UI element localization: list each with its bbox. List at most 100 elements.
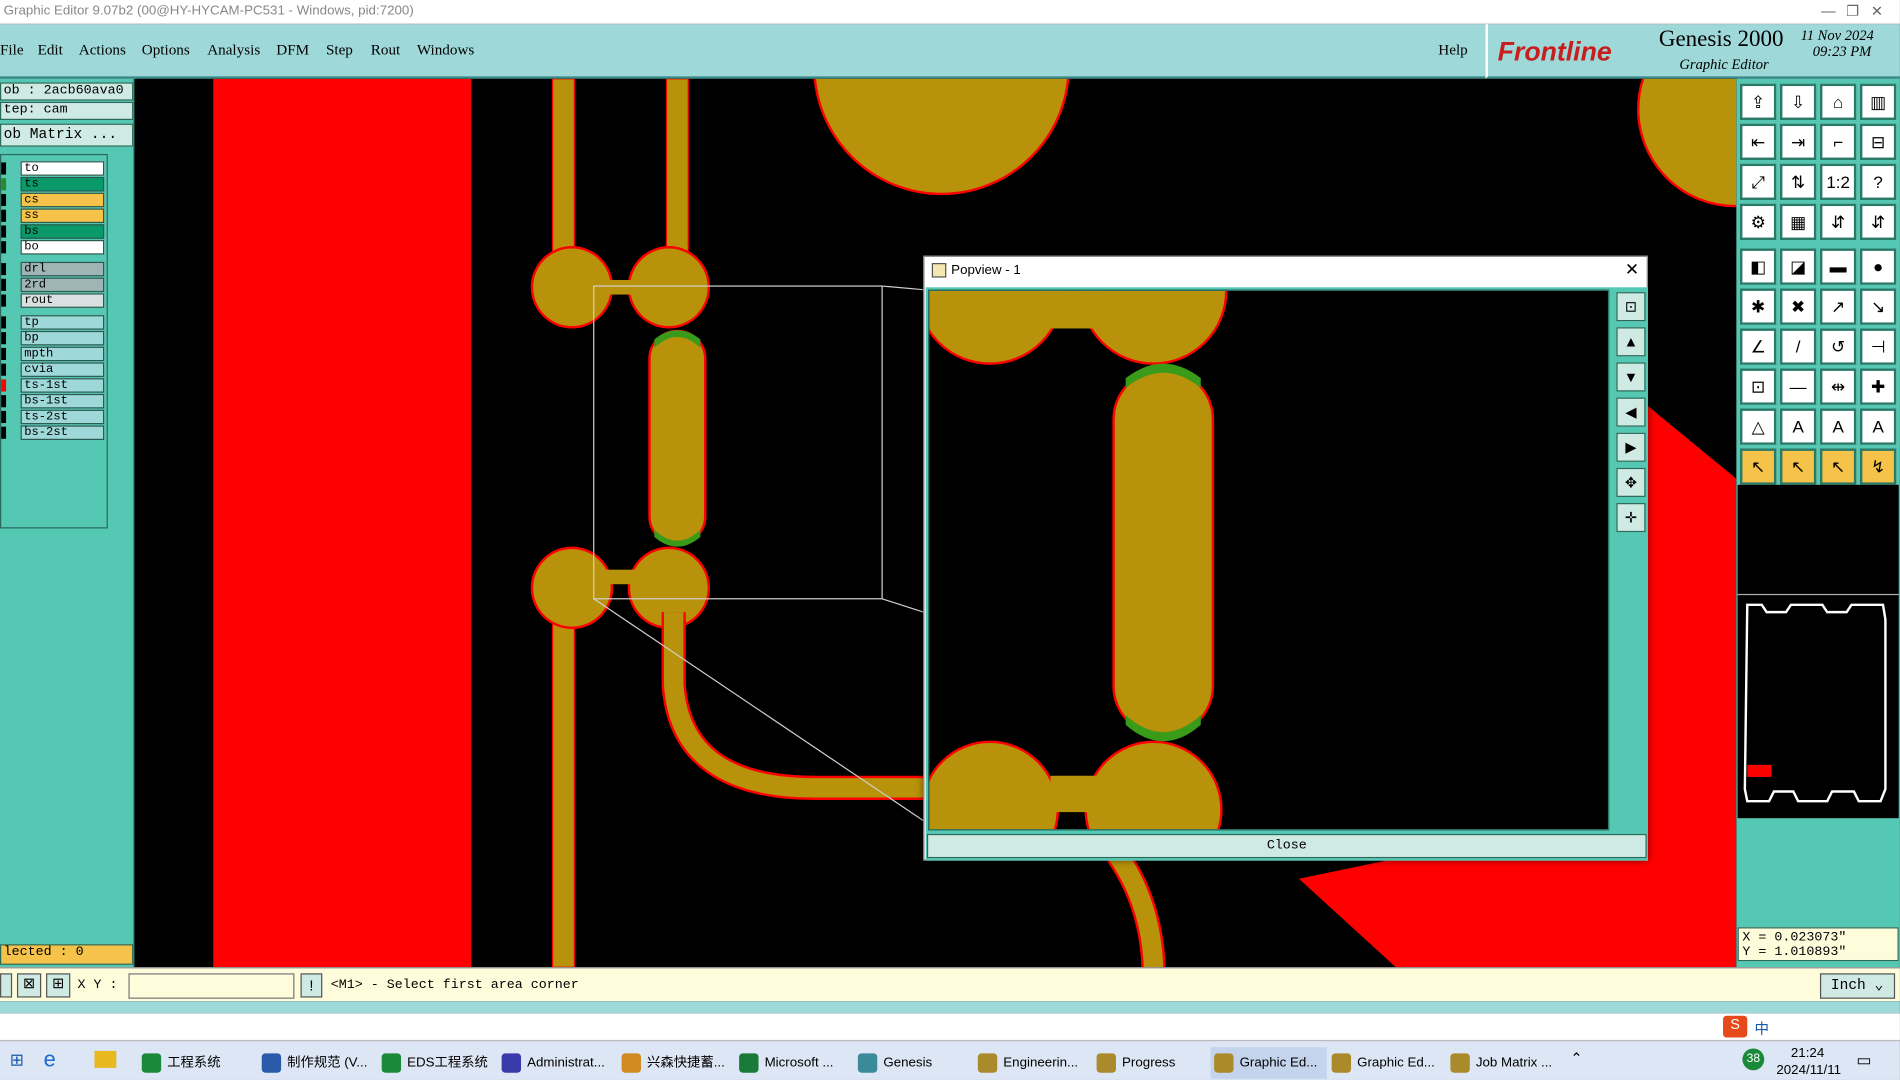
tool-button-icon[interactable]: ⇹ (1819, 368, 1857, 405)
tool-button-icon[interactable]: ⇥ (1779, 123, 1817, 160)
layer-item[interactable]: bs (20, 224, 105, 239)
tool-button-icon[interactable]: ▥ (1859, 83, 1897, 120)
layer-item[interactable]: ts-2st (20, 409, 105, 425)
tool-button-icon[interactable]: ⤢ (1740, 163, 1777, 200)
tool-button-icon[interactable]: ↺ (1819, 328, 1857, 365)
tool-button-icon[interactable]: ↖ (1779, 448, 1817, 485)
popview-center-icon[interactable]: ✛ (1616, 503, 1646, 533)
menu-step[interactable]: Step (326, 41, 353, 59)
tool-button-icon[interactable]: ↖ (1819, 448, 1857, 485)
xy-input[interactable] (128, 973, 295, 999)
ie-icon[interactable]: e (44, 1047, 56, 1072)
tool-button-icon[interactable]: ⊣ (1859, 328, 1897, 365)
layer-checkbox[interactable] (1, 332, 7, 345)
layer-checkbox[interactable] (1, 209, 7, 222)
layer-checkbox[interactable] (1, 363, 7, 376)
ime-mode[interactable]: 中 (1755, 1018, 1770, 1039)
tray-chevron-icon[interactable]: ⌃ (1570, 1050, 1582, 1067)
tool-button-icon[interactable]: ⇵ (1859, 203, 1897, 240)
taskbar-item[interactable]: Engineerin... (974, 1047, 1090, 1079)
notification-icon[interactable]: ▭ (1856, 1051, 1871, 1070)
layer-checkbox[interactable] (1, 395, 7, 408)
close-window-button[interactable]: ✕ (1854, 0, 1900, 24)
layer-item[interactable]: bo (20, 239, 105, 255)
tool-button-icon[interactable]: ▦ (1779, 203, 1817, 240)
tool-button-icon[interactable]: ↯ (1859, 448, 1897, 485)
tool-button-icon[interactable]: ⇪ (1740, 83, 1777, 120)
tool-button-icon[interactable]: ◪ (1779, 248, 1817, 285)
menu-rout[interactable]: Rout (371, 41, 400, 59)
menu-edit[interactable]: Edit (38, 41, 63, 59)
taskbar-item[interactable]: 制作规范 (V... (258, 1047, 374, 1079)
units-dropdown[interactable]: Inch ⌄ (1819, 973, 1896, 999)
tool-button-icon[interactable]: ⊟ (1859, 123, 1897, 160)
snap-icon[interactable]: ⊠ (16, 973, 42, 998)
layer-checkbox[interactable] (1, 241, 7, 254)
menu-analysis[interactable]: Analysis (207, 41, 260, 59)
menu-options[interactable]: Options (142, 41, 190, 59)
menu-help[interactable]: Help (1438, 41, 1467, 59)
layer-checkbox[interactable] (1, 178, 7, 191)
tool-button-icon[interactable]: ● (1859, 248, 1897, 285)
popview-left-icon[interactable]: ◀ (1616, 397, 1646, 427)
taskbar-item[interactable]: Microsoft ... (736, 1047, 852, 1079)
layer-item[interactable]: bp (20, 330, 105, 346)
taskbar-item[interactable]: Genesis (854, 1047, 970, 1079)
tool-button-icon[interactable]: ✚ (1859, 368, 1897, 405)
popview-up-icon[interactable]: ▲ (1616, 327, 1646, 357)
layer-checkbox[interactable] (1, 316, 7, 329)
popview-zoom-icon[interactable]: ⊡ (1616, 292, 1646, 322)
popview-fit-icon[interactable]: ✥ (1616, 467, 1646, 497)
layer-checkbox[interactable] (1, 225, 7, 238)
layer-item[interactable]: bs-1st (20, 393, 105, 409)
tool-button-icon[interactable]: ✖ (1779, 288, 1817, 325)
tool-button-icon[interactable]: A (1859, 408, 1897, 445)
layer-item[interactable]: ts (20, 176, 105, 192)
popview-window[interactable]: Popview - 1 ✕ ⊡ ▲ ▼ ◀ ▶ ✥ ✛ Close (923, 255, 1648, 861)
tool-button-icon[interactable]: ⚙ (1740, 203, 1777, 240)
tool-button-icon[interactable]: / (1779, 328, 1817, 365)
layer-checkbox[interactable] (1, 410, 7, 424)
layer-item[interactable]: ss (20, 208, 105, 224)
grid-icon[interactable]: ⊞ (46, 973, 71, 998)
layer-item[interactable]: bs-2st (20, 425, 105, 440)
board-overview[interactable] (1737, 593, 1899, 819)
tool-button-icon[interactable]: ⇵ (1819, 203, 1857, 240)
layer-checkbox[interactable] (1, 379, 7, 392)
layer-item[interactable]: rout (20, 293, 105, 308)
layer-checkbox[interactable] (1, 347, 7, 360)
menu-windows[interactable]: Windows (417, 41, 474, 59)
popview-down-icon[interactable]: ▼ (1616, 362, 1646, 392)
tool-button-icon[interactable]: ↖ (1740, 448, 1777, 485)
taskbar-item[interactable]: Administrat... (498, 1047, 614, 1079)
job-matrix-button[interactable]: ob Matrix ... (0, 123, 134, 147)
tool-button-icon[interactable]: ⇤ (1740, 123, 1777, 160)
ime-logo-icon[interactable]: S (1723, 1015, 1748, 1038)
layer-item[interactable]: to (20, 161, 105, 176)
taskbar-item[interactable]: 兴森快捷蓄... (618, 1047, 734, 1079)
taskbar-item[interactable]: EDS工程系统 (378, 1047, 494, 1079)
layer-item[interactable]: mpth (20, 346, 105, 362)
layer-checkbox[interactable] (1, 263, 7, 276)
tray-clock-time[interactable]: 21:24 (1791, 1046, 1824, 1061)
taskbar-item[interactable]: 工程系统 (138, 1047, 254, 1079)
layer-checkbox[interactable] (1, 162, 7, 175)
taskbar-item[interactable]: Progress (1093, 1047, 1209, 1079)
status-icon-a[interactable] (0, 973, 13, 998)
tool-button-icon[interactable]: ▬ (1819, 248, 1857, 285)
tool-button-icon[interactable]: ⇩ (1779, 83, 1817, 120)
tool-button-icon[interactable]: △ (1740, 408, 1777, 445)
tool-button-icon[interactable]: ⌂ (1819, 83, 1857, 120)
tool-button-icon[interactable]: — (1779, 368, 1817, 405)
popview-close-icon[interactable]: ✕ (1625, 259, 1639, 280)
layer-item[interactable]: 2rd (20, 277, 105, 293)
layer-checkbox[interactable] (1, 426, 7, 439)
tool-button-icon[interactable]: ◧ (1740, 248, 1777, 285)
layer-checkbox[interactable] (1, 278, 7, 291)
layer-item[interactable]: cvia (20, 362, 105, 377)
taskbar-item[interactable]: Graphic Ed... (1210, 1047, 1327, 1079)
tool-button-icon[interactable]: A (1779, 408, 1817, 445)
tray-clock-date[interactable]: 2024/11/11 (1776, 1063, 1841, 1078)
layer-item[interactable]: tp (20, 315, 105, 330)
layer-item[interactable]: ts-1st (20, 378, 105, 393)
